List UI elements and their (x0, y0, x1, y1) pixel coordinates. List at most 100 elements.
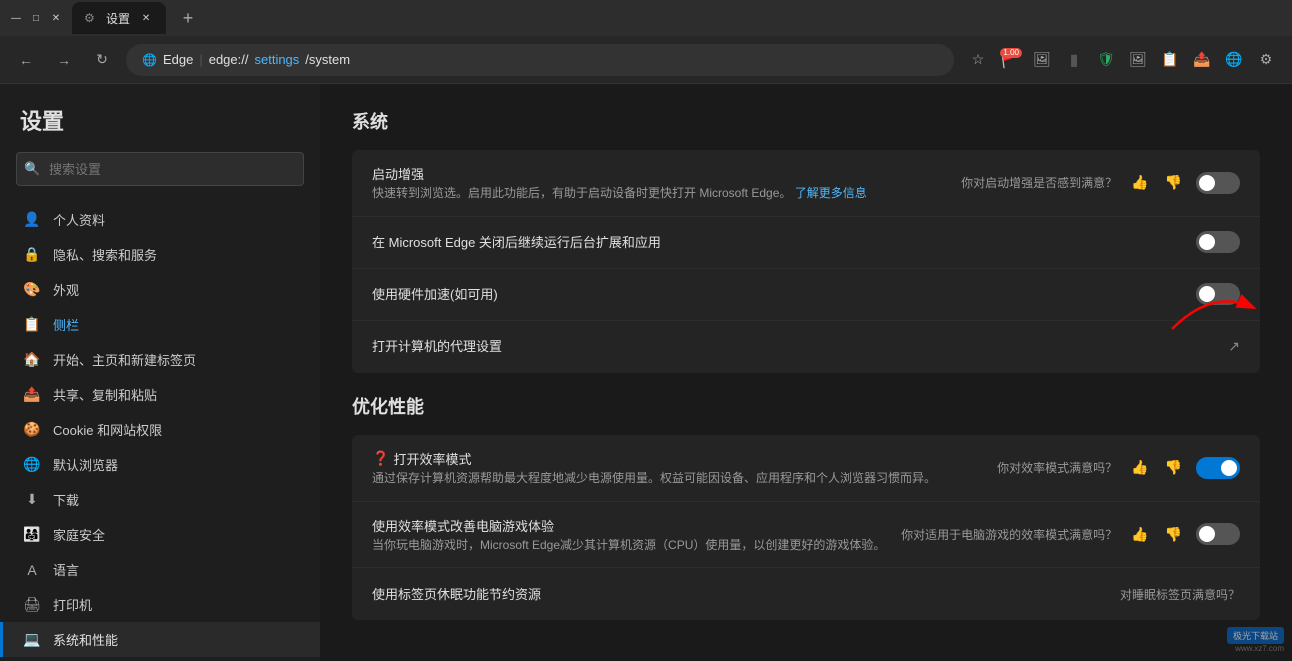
sidebar-item-label-system: 系统和性能 (53, 630, 118, 649)
efficiency-mode-toggle[interactable] (1196, 457, 1240, 479)
sidebar-item-profile[interactable]: 👤 个人资料 (0, 202, 320, 237)
efficiency-mode-controls: 你对效率模式满意吗？ 👍 👎 (997, 457, 1240, 479)
startup-boost-controls: 你对启动增强是否感到满意？ 👍 👎 (961, 172, 1240, 194)
startup-boost-toggle[interactable] (1196, 172, 1240, 194)
settings-more-button[interactable]: ⚙ (1252, 46, 1280, 74)
gaming-thumb-up[interactable]: 👍 (1129, 524, 1150, 545)
sidebar-item-label-start: 开始、主页和新建标签页 (53, 350, 196, 369)
edge-badge-button[interactable]: 🌐 (1220, 46, 1248, 74)
tab-close-button[interactable]: ✕ (138, 10, 154, 26)
proxy-info: 打开计算机的代理设置 (372, 336, 1228, 357)
sidebar: 设置 🔍 👤个人资料🔒隐私、搜索和服务🎨外观📋侧栏🏠开始、主页和新建标签页📤共享… (0, 84, 320, 661)
tab-sleep-satisfaction: 对睡眠标签页满意吗？ (1120, 586, 1240, 603)
sidebar-item-appearance[interactable]: 🎨 外观 (0, 272, 320, 307)
close-button[interactable]: ✕ (48, 10, 64, 26)
sidebar-item-icon-system: 💻 (23, 631, 41, 649)
sidebar-item-icon-default: 🌐 (23, 456, 41, 474)
tab-sleep-controls: 对睡眠标签页满意吗？ (1120, 586, 1240, 603)
sidebar-item-family[interactable]: 👨‍👩‍👧家庭安全 (0, 517, 320, 552)
startup-boost-thumb-down[interactable]: 👎 (1163, 172, 1184, 193)
sidebar-item-sidebar[interactable]: 📋侧栏 (0, 307, 320, 342)
screenshot-button[interactable]: 📋 (1156, 46, 1184, 74)
sidebar-item-downloads[interactable]: ⬇下载 (0, 482, 320, 517)
sidebar-item-icon-family: 👨‍👩‍👧 (23, 526, 41, 544)
edge-icon: 🌐 (142, 53, 157, 67)
settings-tab-icon: ⚙ (84, 11, 98, 25)
sidebar-item-icon-language: A (23, 561, 41, 579)
performance-section-title: 优化性能 (352, 393, 1260, 419)
sidebar-item-icon-cookies: 🍪 (23, 421, 41, 439)
address-separator: | (199, 52, 202, 67)
sidebar-item-icon-printer: 🖨 (23, 596, 41, 614)
sidebar-item-icon-privacy: 🔒 (23, 246, 41, 264)
address-url-prefix: edge:// (209, 52, 249, 67)
gaming-satisfaction: 你对适用于电脑游戏的效率模式满意吗？ (901, 526, 1117, 543)
background-run-toggle[interactable] (1196, 231, 1240, 253)
addressbar: ← → ↻ 🌐 Edge | edge://settings/system ☆ … (0, 36, 1292, 84)
collections-button[interactable]: 🚩 1.00 (996, 46, 1024, 74)
refresh-button[interactable]: ↻ (88, 46, 116, 74)
background-run-info: 在 Microsoft Edge 关闭后继续运行后台扩展和应用 (372, 232, 1196, 253)
sidebar-item-cookies[interactable]: 🍪 Cookie 和网站权限 (0, 412, 320, 447)
efficiency-thumb-down[interactable]: 👎 (1163, 457, 1184, 478)
wallet-button[interactable]: 🖼 (1124, 46, 1152, 74)
settings-tab[interactable]: ⚙ 设置 ✕ (72, 2, 166, 34)
titlebar-controls: — □ ✕ (8, 10, 64, 26)
startup-boost-row: 启动增强 快速转到浏览选。启用此功能后，有助于启动设备时更快打开 Microso… (352, 150, 1260, 217)
sidebar-item-label-privacy: 隐私、搜索和服务 (53, 245, 157, 264)
new-tab-button[interactable]: + (174, 4, 202, 32)
back-button[interactable]: ← (12, 46, 40, 74)
sidebar-item-reset[interactable]: ↺重置设置 (0, 657, 320, 661)
tab-sleep-row: 使用标签页休眠功能节约资源 对睡眠标签页满意吗？ (352, 568, 1260, 620)
tab-title: 设置 (106, 10, 130, 27)
efficiency-mode-info: ❓ 打开效率模式 通过保存计算机资源帮助最大程度地减少电源使用量。权益可能因设备… (372, 449, 997, 487)
hardware-accel-title: 使用硬件加速(如可用) (372, 284, 1196, 303)
sidebar-item-icon-profile: 👤 (23, 211, 41, 229)
address-bar[interactable]: 🌐 Edge | edge://settings/system (126, 44, 954, 76)
sidebar-item-default[interactable]: 🌐 默认浏览器 (0, 447, 320, 482)
sidebar-item-label-cookies: Cookie 和网站权限 (53, 420, 162, 439)
extensions-button[interactable]: ▮ (1060, 46, 1088, 74)
favorites-button[interactable]: ☆ (964, 46, 992, 74)
forward-button[interactable]: → (50, 46, 78, 74)
content-area: 系统 启动增强 快速转到浏览选。启用此功能后，有助于启动设备时更快打开 Micr… (320, 84, 1292, 661)
sidebar-item-system[interactable]: 💻 系统和性能 (0, 622, 320, 657)
sidebar-item-label-profile: 个人资料 (53, 210, 105, 229)
gaming-mode-desc: 当你玩电脑游戏时，Microsoft Edge减少其计算机资源（CPU）使用量，… (372, 537, 901, 554)
sidebar-item-start[interactable]: 🏠 开始、主页和新建标签页 (0, 342, 320, 377)
efficiency-mode-row: ❓ 打开效率模式 通过保存计算机资源帮助最大程度地减少电源使用量。权益可能因设备… (352, 435, 1260, 502)
maximize-button[interactable]: □ (28, 10, 44, 26)
sidebar-item-share[interactable]: 📤共享、复制和粘贴 (0, 377, 320, 412)
sidebar-item-label-default: 默认浏览器 (53, 455, 118, 474)
minimize-button[interactable]: — (8, 10, 24, 26)
security-button[interactable]: 🛡 (1092, 46, 1120, 74)
gaming-thumb-down[interactable]: 👎 (1163, 524, 1184, 545)
search-input[interactable] (16, 152, 304, 186)
hardware-accel-controls (1196, 283, 1240, 305)
background-run-controls (1196, 231, 1240, 253)
proxy-external-link[interactable]: ↗ (1228, 338, 1240, 355)
startup-boost-link[interactable]: 了解更多信息 (795, 186, 867, 200)
sidebar-item-icon-start: 🏠 (23, 351, 41, 369)
background-run-title: 在 Microsoft Edge 关闭后继续运行后台扩展和应用 (372, 232, 1196, 251)
startup-boost-thumb-up[interactable]: 👍 (1129, 172, 1150, 193)
hardware-accel-row: 使用硬件加速(如可用) (352, 269, 1260, 321)
share-button[interactable]: 📤 (1188, 46, 1216, 74)
sidebar-item-icon-sidebar: 📋 (23, 316, 41, 334)
gaming-mode-toggle[interactable] (1196, 523, 1240, 545)
sidebar-item-label-downloads: 下载 (53, 490, 79, 509)
hardware-accel-toggle[interactable] (1196, 283, 1240, 305)
sidebar-nav: 👤 个人资料 🔒 隐私、搜索和服务 🎨 外观 📋侧栏 🏠 开始、主页和新建标签页 📤共享、复制和粘… (0, 202, 320, 661)
sidebar-item-language[interactable]: A语言 (0, 552, 320, 587)
badge-count: 1.00 (1000, 48, 1022, 58)
sidebar-item-label-appearance: 外观 (53, 280, 79, 299)
toolbar-icons: ☆ 🚩 1.00 🖼 ▮ 🛡 🖼 📋 📤 🌐 ⚙ (964, 46, 1280, 74)
system-settings-card: 启动增强 快速转到浏览选。启用此功能后，有助于启动设备时更快打开 Microso… (352, 150, 1260, 373)
sidebar-item-privacy[interactable]: 🔒 隐私、搜索和服务 (0, 237, 320, 272)
system-section-title: 系统 (352, 108, 1260, 134)
sidebar-item-icon-appearance: 🎨 (23, 281, 41, 299)
browser-essentials-button[interactable]: 🖼 (1028, 46, 1056, 74)
efficiency-thumb-up[interactable]: 👍 (1129, 457, 1150, 478)
sidebar-item-printer[interactable]: 🖨打印机 (0, 587, 320, 622)
startup-boost-satisfaction: 你对启动增强是否感到满意？ (961, 174, 1117, 191)
